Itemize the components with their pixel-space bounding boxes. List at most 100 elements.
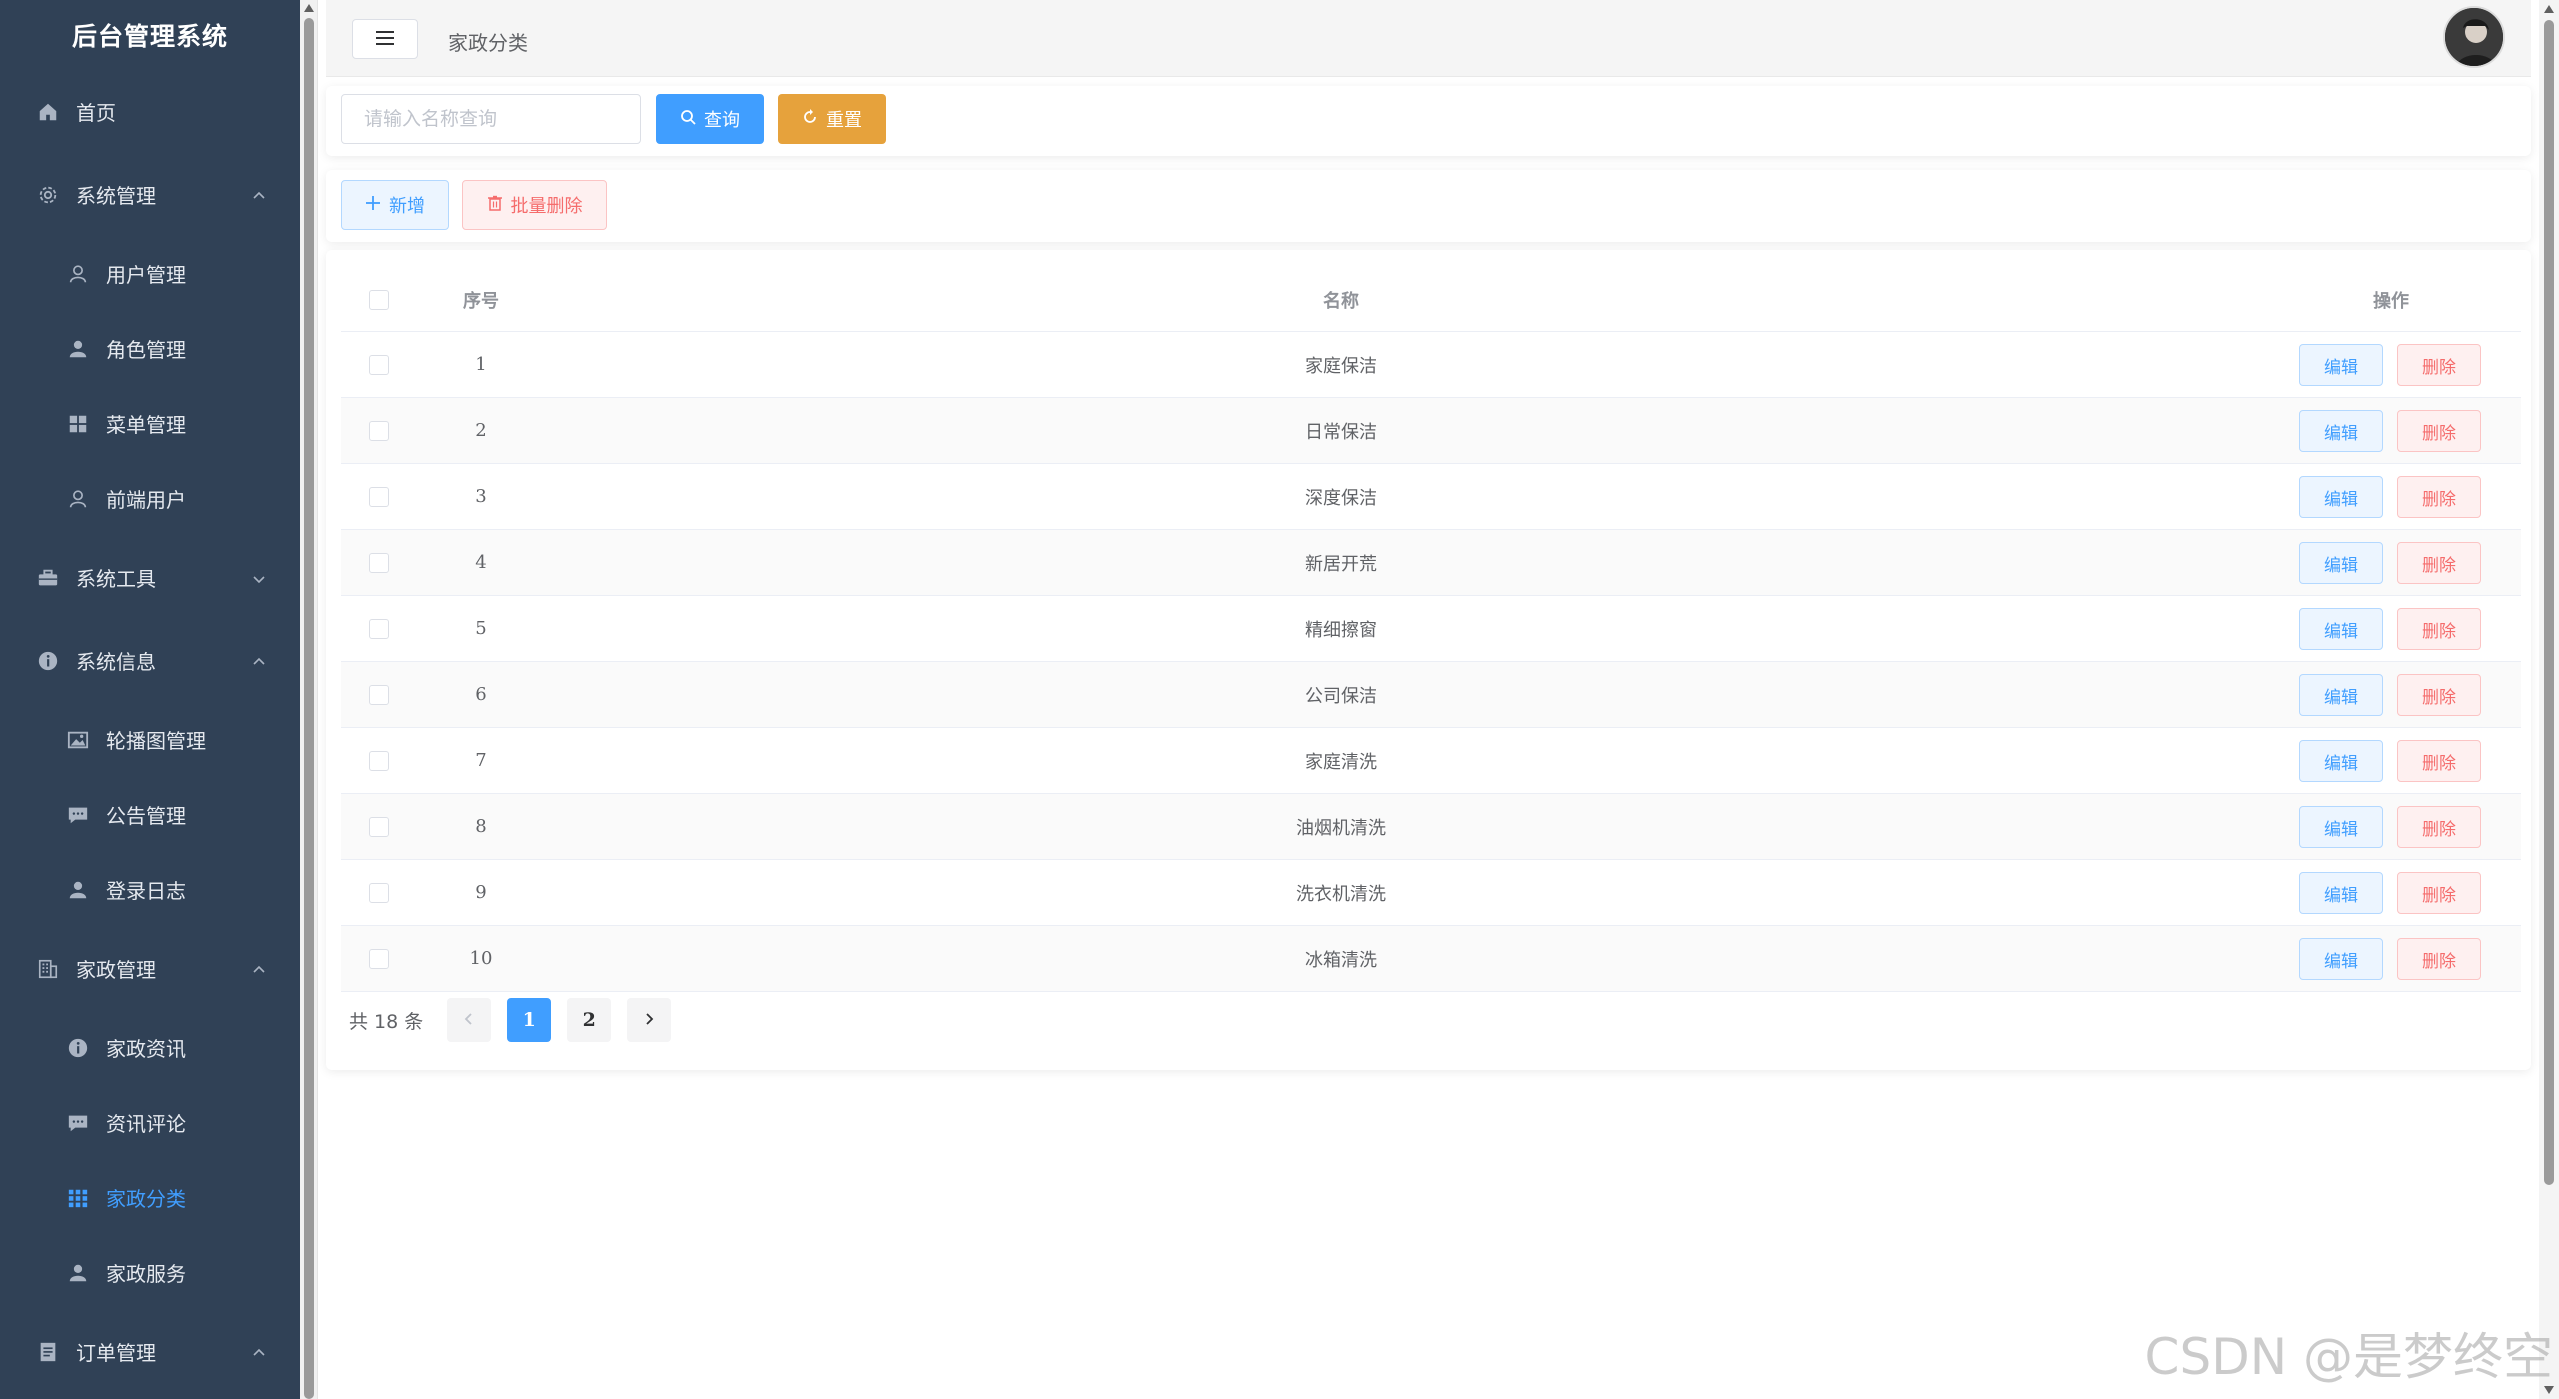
table-row: 8 油烟机清洗 编辑 删除 <box>341 794 2521 860</box>
edit-button[interactable]: 编辑 <box>2299 674 2383 716</box>
delete-button[interactable]: 删除 <box>2397 806 2481 848</box>
table-header-row: 序号 名称 操作 <box>341 268 2521 332</box>
row-checkbox[interactable] <box>369 420 389 441</box>
sidebar-item-label: 公告管理 <box>106 804 186 828</box>
sidebar-item[interactable]: 角色管理 <box>0 311 300 386</box>
row-checkbox[interactable] <box>369 816 389 837</box>
sidebar-toggle-button[interactable] <box>352 19 418 59</box>
delete-button[interactable]: 删除 <box>2397 872 2481 914</box>
name-search-input[interactable] <box>341 94 641 144</box>
row-index: 7 <box>475 750 487 771</box>
sidebar-item[interactable]: 菜单管理 <box>0 386 300 461</box>
user-avatar[interactable] <box>2443 6 2505 68</box>
sidebar-item[interactable]: 资讯评论 <box>0 1085 300 1160</box>
row-index: 2 <box>475 420 487 441</box>
sidebar-item[interactable]: 首页 <box>0 70 300 153</box>
edit-button[interactable]: 编辑 <box>2299 872 2383 914</box>
sidebar-item-label: 家政分类 <box>106 1187 186 1211</box>
row-checkbox[interactable] <box>369 684 389 705</box>
sidebar-item-label: 系统信息 <box>76 650 156 674</box>
delete-button[interactable]: 删除 <box>2397 344 2481 386</box>
chat-icon <box>66 1111 90 1135</box>
column-header-ops: 操作 <box>2373 290 2409 312</box>
page-scrollbar-thumb[interactable] <box>2544 20 2554 1185</box>
page-button-1[interactable]: 1 <box>507 998 552 1042</box>
sidebar-item[interactable]: 家政分类 <box>0 1160 300 1235</box>
delete-button[interactable]: 删除 <box>2397 608 2481 650</box>
sidebar-item[interactable]: 家政服务 <box>0 1235 300 1310</box>
delete-button[interactable]: 删除 <box>2397 476 2481 518</box>
edit-button[interactable]: 编辑 <box>2299 608 2383 650</box>
prev-page-button[interactable] <box>447 998 492 1042</box>
sidebar-item-label: 家政服务 <box>106 1262 186 1286</box>
edit-button[interactable]: 编辑 <box>2299 806 2383 848</box>
chevron-right-icon <box>642 1009 656 1031</box>
edit-button[interactable]: 编辑 <box>2299 542 2383 584</box>
delete-button[interactable]: 删除 <box>2397 410 2481 452</box>
pagination-total: 共 18 条 <box>349 1010 424 1033</box>
sidebar-item[interactable]: 订单管理 <box>0 1310 300 1393</box>
row-checkbox[interactable] <box>369 618 389 639</box>
breadcrumb: 家政分类 <box>448 31 528 55</box>
sidebar-scrollbar[interactable] <box>300 0 318 1399</box>
delete-button[interactable]: 删除 <box>2397 740 2481 782</box>
sidebar-item-label: 系统工具 <box>76 567 156 591</box>
sidebar-item[interactable]: 家政资讯 <box>0 1010 300 1085</box>
reset-button[interactable]: 重置 <box>778 94 886 144</box>
row-checkbox[interactable] <box>369 882 389 903</box>
sidebar-item-label: 菜单管理 <box>106 413 186 437</box>
scroll-up-arrow-icon[interactable] <box>304 4 314 12</box>
row-name: 新居开荒 <box>1305 553 1377 575</box>
sidebar-item[interactable]: 公告管理 <box>0 777 300 852</box>
row-checkbox[interactable] <box>369 354 389 375</box>
scroll-up-arrow-icon[interactable] <box>2544 5 2554 13</box>
chevron-up-icon <box>250 1343 268 1361</box>
edit-button[interactable]: 编辑 <box>2299 476 2383 518</box>
sidebar-item[interactable]: 系统工具 <box>0 536 300 619</box>
next-page-button[interactable] <box>627 998 672 1042</box>
add-button[interactable]: 新增 <box>341 180 449 230</box>
sidebar-item[interactable]: 轮播图管理 <box>0 702 300 777</box>
sidebar-item[interactable]: 系统信息 <box>0 619 300 702</box>
edit-button[interactable]: 编辑 <box>2299 740 2383 782</box>
edit-button[interactable]: 编辑 <box>2299 410 2383 452</box>
row-checkbox[interactable] <box>369 948 389 969</box>
edit-button[interactable]: 编辑 <box>2299 938 2383 980</box>
search-panel: 查询 重置 <box>326 86 2531 156</box>
row-name: 精细擦窗 <box>1305 619 1377 641</box>
row-index: 9 <box>475 882 487 903</box>
delete-button[interactable]: 删除 <box>2397 674 2481 716</box>
top-header: 家政分类 <box>326 0 2531 77</box>
row-name: 冰箱清洗 <box>1305 949 1377 971</box>
query-button[interactable]: 查询 <box>656 94 764 144</box>
sidebar-item[interactable]: 前端用户 <box>0 461 300 536</box>
chevron-down-icon <box>250 569 268 587</box>
chevron-up-icon <box>250 186 268 204</box>
delete-button[interactable]: 删除 <box>2397 938 2481 980</box>
scrollbar-thumb[interactable] <box>304 18 314 1399</box>
delete-button[interactable]: 删除 <box>2397 542 2481 584</box>
row-checkbox[interactable] <box>369 486 389 507</box>
select-all-checkbox[interactable] <box>369 289 389 310</box>
sidebar-item[interactable]: 用户管理 <box>0 236 300 311</box>
hamburger-icon <box>376 30 394 49</box>
row-checkbox[interactable] <box>369 750 389 771</box>
user-filled-icon <box>66 337 90 361</box>
bulk-delete-button[interactable]: 批量删除 <box>462 180 607 230</box>
sidebar-item[interactable]: 系统管理 <box>0 153 300 236</box>
query-button-label: 查询 <box>704 110 740 131</box>
edit-button[interactable]: 编辑 <box>2299 344 2383 386</box>
watermark: CSDN @是梦终空 <box>2144 1328 2553 1386</box>
row-index: 8 <box>475 816 487 837</box>
sidebar-item[interactable]: 登录日志 <box>0 852 300 927</box>
page-button-2[interactable]: 2 <box>567 998 612 1042</box>
info-icon <box>36 649 60 673</box>
sidebar-item[interactable]: 家政管理 <box>0 927 300 1010</box>
sidebar-item-label: 轮播图管理 <box>106 729 206 753</box>
page-scrollbar[interactable] <box>2539 0 2559 1399</box>
row-name: 油烟机清洗 <box>1296 817 1386 839</box>
reset-button-label: 重置 <box>826 110 862 131</box>
data-table-panel: 序号 名称 操作 1 家庭保洁 编辑 删除 2 日常保洁 编辑 删除 3 深度保洁 编辑 删除 4 新居开… <box>326 250 2531 1070</box>
row-index: 10 <box>469 948 493 969</box>
row-checkbox[interactable] <box>369 552 389 573</box>
